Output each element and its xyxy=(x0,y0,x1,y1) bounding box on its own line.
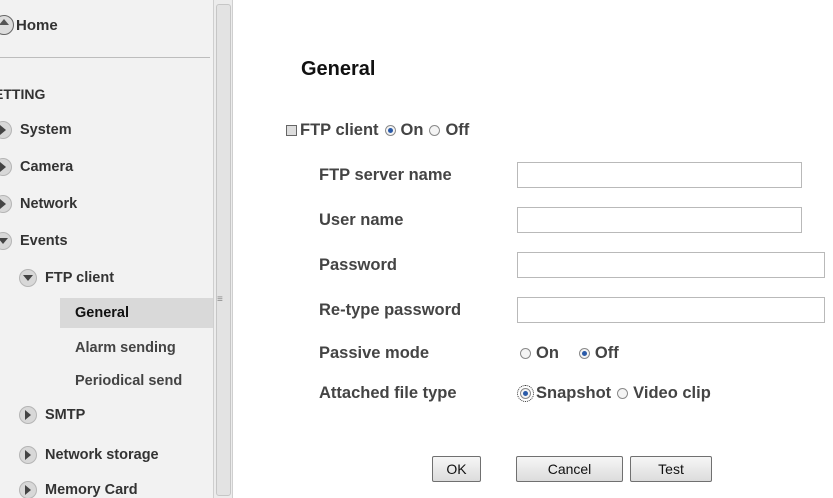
sidebar-subitem-alarm-sending[interactable]: Alarm sending xyxy=(75,340,176,356)
page-title: General xyxy=(301,58,376,80)
sidebar-item-label: SMTP xyxy=(45,407,86,423)
scrollbar-thumb[interactable] xyxy=(216,4,231,496)
sidebar-item-events[interactable]: Events xyxy=(0,232,68,250)
sidebar-item-network[interactable]: Network xyxy=(0,195,77,213)
passive-mode-off-label: Off xyxy=(594,344,619,362)
home-icon xyxy=(0,15,14,35)
sidebar-scrollbar[interactable]: ≡ xyxy=(213,0,233,498)
passive-mode-on-radio[interactable] xyxy=(520,348,531,359)
arrow-right-icon xyxy=(19,446,37,464)
video-clip-radio[interactable] xyxy=(617,388,629,399)
passive-mode-group: On Off xyxy=(514,344,619,363)
sidebar-item-ftp-client[interactable]: FTP client xyxy=(19,269,114,287)
ftp-client-label: FTP client xyxy=(300,121,379,139)
attached-file-type-label: Attached file type xyxy=(319,384,457,402)
sidebar: Home ETTING System Camera Network Events… xyxy=(0,0,213,498)
arrow-right-icon xyxy=(0,158,12,176)
video-clip-label: Video clip xyxy=(633,384,711,402)
arrow-right-icon xyxy=(19,406,37,424)
retype-password-label: Re-type password xyxy=(319,301,462,319)
setting-section-title: ETTING xyxy=(0,86,46,102)
sidebar-divider xyxy=(0,57,210,58)
sidebar-item-smtp[interactable]: SMTP xyxy=(19,406,85,424)
test-button[interactable]: Test xyxy=(630,456,712,482)
arrow-right-icon xyxy=(19,481,37,498)
arrow-right-icon xyxy=(0,195,12,213)
ftp-client-off-radio[interactable] xyxy=(429,125,441,136)
sidebar-item-label: Camera xyxy=(20,159,74,175)
snapshot-radio[interactable] xyxy=(517,385,534,402)
sidebar-subitem-periodical-send[interactable]: Periodical send xyxy=(75,373,182,389)
sidebar-item-network-storage[interactable]: Network storage xyxy=(19,446,159,464)
sidebar-item-system[interactable]: System xyxy=(0,121,72,139)
sidebar-item-camera[interactable]: Camera xyxy=(0,158,73,176)
passive-mode-label: Passive mode xyxy=(319,344,430,362)
passive-mode-on-label: On xyxy=(536,344,559,362)
sidebar-subitem-general[interactable]: General xyxy=(60,298,213,328)
sidebar-item-label: FTP client xyxy=(45,270,115,286)
sidebar-item-label: Network storage xyxy=(45,447,159,463)
ftp-server-name-label: FTP server name xyxy=(319,166,452,184)
attached-file-type-group: Snapshot Video clip xyxy=(514,384,711,403)
user-name-label: User name xyxy=(319,211,404,229)
ftp-client-off-label: Off xyxy=(445,121,470,139)
grip-icon: ≡ xyxy=(217,294,223,305)
home-link[interactable]: Home xyxy=(0,10,213,40)
arrow-down-icon xyxy=(19,269,37,287)
sidebar-item-label: Network xyxy=(20,196,78,212)
sidebar-item-memory-card[interactable]: Memory Card xyxy=(19,481,138,498)
cancel-button[interactable]: Cancel xyxy=(516,456,623,482)
passive-mode-off-radio[interactable] xyxy=(578,348,590,359)
ftp-server-name-input[interactable] xyxy=(517,162,802,188)
square-bullet-icon xyxy=(286,125,297,136)
ftp-client-on-radio[interactable] xyxy=(384,125,396,136)
sidebar-item-label: Memory Card xyxy=(45,482,138,498)
sidebar-item-label: Events xyxy=(20,233,68,249)
home-label: Home xyxy=(16,16,58,34)
retype-password-input[interactable] xyxy=(517,297,825,323)
password-input[interactable] xyxy=(517,252,825,278)
ok-button[interactable]: OK xyxy=(432,456,481,482)
ftp-client-on-label: On xyxy=(400,121,424,139)
user-name-input[interactable] xyxy=(517,207,802,233)
password-label: Password xyxy=(319,256,397,274)
arrow-down-icon xyxy=(0,232,12,250)
arrow-right-icon xyxy=(0,121,12,139)
ftp-client-row: FTP client On Off xyxy=(286,121,469,140)
snapshot-label: Snapshot xyxy=(536,384,612,402)
sidebar-item-label: System xyxy=(20,122,72,138)
